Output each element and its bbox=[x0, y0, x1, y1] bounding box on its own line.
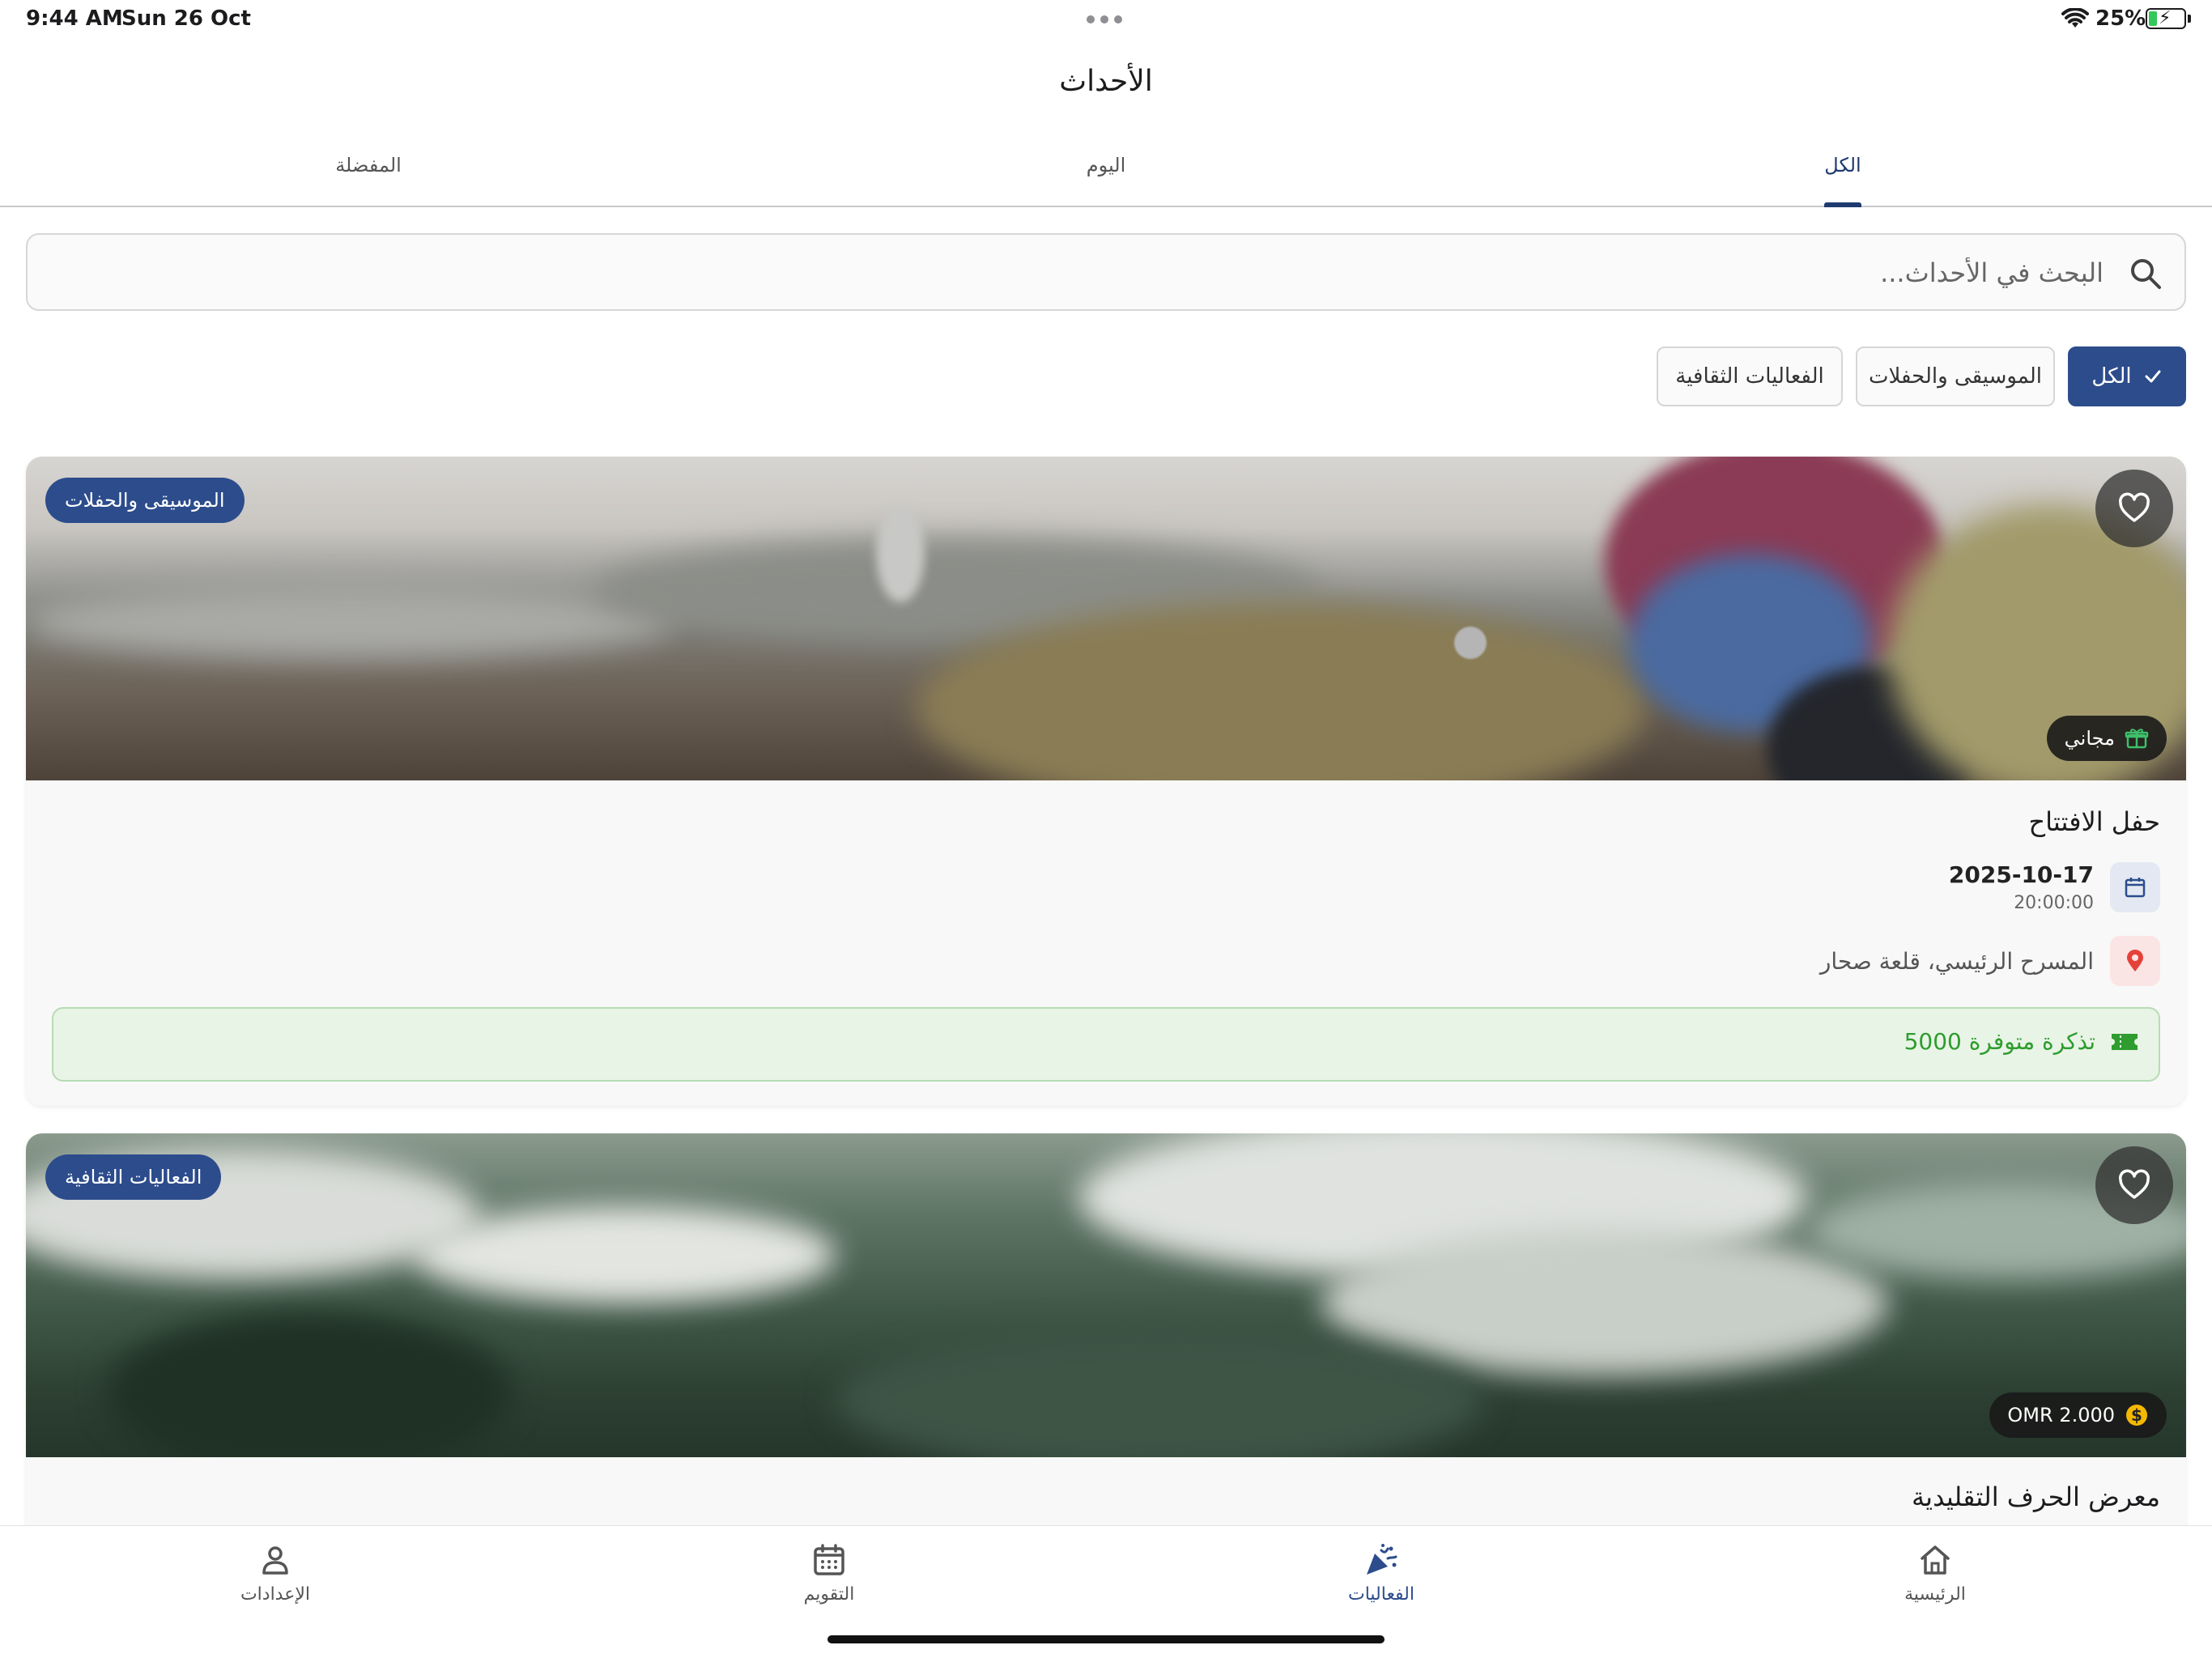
tab-bar: الكل اليوم المفضلة bbox=[0, 146, 2212, 207]
dollar-coin-icon: $ bbox=[2126, 1405, 2147, 1426]
tab-active-indicator bbox=[1824, 202, 1861, 207]
filter-chip-label: الكل bbox=[2091, 364, 2132, 389]
filter-chip-culture[interactable]: الفعاليات الثقافية bbox=[1657, 346, 1843, 406]
price-pill: $ OMR 2.000 bbox=[1989, 1392, 2167, 1438]
tab-today[interactable]: اليوم bbox=[985, 154, 1227, 176]
multitasking-dots-icon[interactable] bbox=[1087, 10, 1125, 29]
tab-favorites[interactable]: المفضلة bbox=[247, 154, 490, 176]
category-badge: الموسيقى والحفلات bbox=[45, 478, 245, 523]
status-bar: 9:44 AM Sun 26 Oct 25% ⚡ bbox=[0, 0, 2212, 40]
price-label: OMR 2.000 bbox=[2007, 1404, 2115, 1426]
event-location: المسرح الرئيسي، قلعة صحار bbox=[1819, 947, 2094, 975]
event-title: معرض الحرف التقليدية bbox=[1912, 1482, 2160, 1512]
nav-item-settings[interactable]: الإعدادات bbox=[178, 1542, 372, 1605]
nav-label: التقويم bbox=[803, 1584, 855, 1605]
category-badge: الفعاليات الثقافية bbox=[45, 1154, 222, 1200]
page-title: الأحداث bbox=[1059, 65, 1153, 98]
heart-icon bbox=[2119, 1169, 2150, 1199]
nav-label: الرئيسية bbox=[1904, 1584, 1966, 1605]
battery-percent: 25% bbox=[2095, 6, 2146, 31]
favorite-button[interactable] bbox=[2095, 1146, 2173, 1224]
tab-all[interactable]: الكل bbox=[1721, 154, 1964, 176]
tickets-available-label: 5000 تذكرة متوفرة bbox=[1904, 1028, 2095, 1055]
location-icon-box bbox=[2110, 936, 2160, 986]
nav-label: الإعدادات bbox=[240, 1584, 311, 1605]
event-image bbox=[26, 457, 2186, 780]
location-pin-icon bbox=[2127, 950, 2143, 971]
event-title: حفل الافتتاح bbox=[2028, 806, 2160, 837]
search-icon[interactable] bbox=[2128, 256, 2163, 291]
wifi-icon bbox=[2061, 8, 2089, 28]
filter-chip-all[interactable]: الكل bbox=[2068, 346, 2186, 406]
home-icon bbox=[1921, 1545, 1950, 1575]
date-icon-box bbox=[2110, 862, 2160, 912]
filter-chip-label: الفعاليات الثقافية bbox=[1675, 364, 1824, 389]
status-time: 9:44 AM bbox=[26, 6, 123, 31]
svg-text:$: $ bbox=[2131, 1405, 2142, 1425]
event-time: 20:00:00 bbox=[2014, 893, 2094, 913]
nav-item-events[interactable]: الفعاليات bbox=[1284, 1542, 1478, 1605]
tickets-available-box: 5000 تذكرة متوفرة bbox=[52, 1007, 2160, 1082]
calendar-icon bbox=[814, 1544, 844, 1575]
event-card[interactable]: الموسيقى والحفلات مجاني حفل الافتتاح 202… bbox=[26, 457, 2186, 1106]
nav-item-calendar[interactable]: التقويم bbox=[732, 1542, 926, 1605]
gift-icon bbox=[2125, 729, 2149, 749]
person-icon bbox=[262, 1546, 288, 1575]
filter-chip-music[interactable]: الموسيقى والحفلات bbox=[1856, 346, 2055, 406]
event-date: 2025-10-17 bbox=[1948, 861, 2094, 888]
nav-item-home[interactable]: الرئيسية bbox=[1838, 1542, 2032, 1605]
filter-chip-label: الموسيقى والحفلات bbox=[1869, 364, 2042, 389]
ticket-icon bbox=[2112, 1033, 2138, 1050]
battery-icon: ⚡ bbox=[2146, 8, 2186, 29]
event-date-row: 2025-10-17 20:00:00 bbox=[1949, 861, 2160, 913]
price-label: مجاني bbox=[2064, 727, 2115, 750]
event-image bbox=[26, 1133, 2186, 1457]
status-date: Sun 26 Oct bbox=[121, 6, 251, 31]
nav-label: الفعاليات bbox=[1347, 1584, 1415, 1605]
home-indicator[interactable] bbox=[827, 1635, 1385, 1643]
price-pill: مجاني bbox=[2046, 716, 2167, 761]
search-input[interactable] bbox=[79, 251, 2104, 295]
event-location-row: المسرح الرئيسي، قلعة صحار bbox=[1820, 936, 2160, 986]
check-icon bbox=[2145, 370, 2161, 383]
favorite-button[interactable] bbox=[2095, 470, 2173, 547]
calendar-icon bbox=[2125, 878, 2146, 898]
search-bar bbox=[26, 233, 2186, 311]
party-popper-icon bbox=[1367, 1544, 1397, 1575]
heart-icon bbox=[2119, 492, 2150, 522]
